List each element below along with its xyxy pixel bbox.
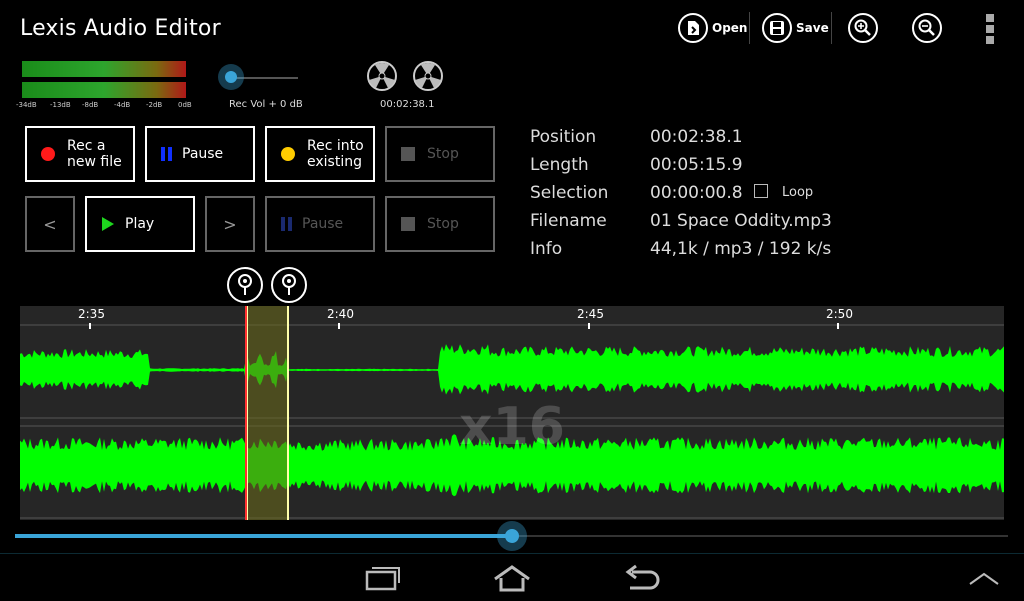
zoom-out-button[interactable] <box>912 11 942 45</box>
play-pause-label: Pause <box>302 216 344 232</box>
map-pin-icon <box>238 274 252 295</box>
overflow-menu-icon[interactable] <box>986 14 996 44</box>
zoom-watermark: x16 <box>459 397 565 457</box>
chevron-up-icon[interactable] <box>966 568 1002 588</box>
meter-scale-label: -2dB <box>146 101 163 109</box>
info-value: 44,1k / mp3 / 192 k/s <box>650 239 832 259</box>
loop-label: Loop <box>782 185 814 200</box>
app-title: Lexis Audio Editor <box>20 16 221 41</box>
play-button[interactable]: Play <box>85 196 195 252</box>
length-value: 00:05:15.9 <box>650 155 743 175</box>
rec-new-file-button[interactable]: Rec a new file <box>25 126 135 182</box>
play-stop-label: Stop <box>427 216 459 232</box>
position-label: Position <box>530 127 597 147</box>
open-label: Open <box>712 21 748 35</box>
tape-reel-icon <box>413 61 443 91</box>
next-label: > <box>223 214 237 234</box>
back-icon[interactable] <box>622 564 662 592</box>
selection-label: Selection <box>530 183 609 203</box>
filename-label: Filename <box>530 211 607 231</box>
pause-icon <box>161 147 172 161</box>
timeline-tick-label: 2:35 <box>78 307 105 321</box>
home-icon[interactable] <box>492 564 532 592</box>
position-value: 00:02:38.1 <box>650 127 743 147</box>
rec-new-file-label: Rec a new file <box>67 138 122 170</box>
play-stop-button[interactable]: Stop <box>385 196 495 252</box>
timeline-tick-label: 2:40 <box>327 307 354 321</box>
waveform-view[interactable]: x16 <box>20 306 1004 520</box>
rec-stop-button[interactable]: Stop <box>385 126 495 182</box>
selection-start-marker[interactable] <box>227 267 263 303</box>
timeline-tick-label: 2:50 <box>826 307 853 321</box>
zoom-in-button[interactable] <box>848 11 878 45</box>
level-meter-left <box>22 61 186 77</box>
zoom-in-icon <box>848 13 878 43</box>
save-icon <box>762 13 792 43</box>
map-pin-icon <box>282 274 296 295</box>
length-label: Length <box>530 155 589 175</box>
selection-value: 00:00:00.8 <box>650 183 743 203</box>
pause-icon <box>281 217 292 231</box>
next-button[interactable]: > <box>205 196 255 252</box>
level-meter-right <box>22 82 186 98</box>
meter-scale-label: -34dB <box>16 101 37 109</box>
info-label: Info <box>530 239 563 259</box>
tape-reel-icon <box>367 61 397 91</box>
rec-volume-thumb[interactable] <box>218 64 244 90</box>
rec-pause-label: Pause <box>182 146 224 162</box>
rec-stop-label: Stop <box>427 146 459 162</box>
open-file-icon <box>678 13 708 43</box>
selection-region <box>246 306 289 520</box>
system-nav-bar <box>0 553 1024 601</box>
stop-icon <box>401 147 415 161</box>
waveform-channel-left <box>20 344 1004 395</box>
save-button[interactable]: Save <box>762 11 829 45</box>
rec-into-existing-button[interactable]: Rec into existing <box>265 126 375 182</box>
meter-scale-label: -4dB <box>114 101 131 109</box>
waveform-canvas[interactable]: x16 <box>20 306 1004 520</box>
prev-button[interactable]: < <box>25 196 75 252</box>
play-icon <box>102 217 114 231</box>
seek-progress <box>15 534 512 538</box>
selection-end-marker[interactable] <box>271 267 307 303</box>
meter-scale-label: -8dB <box>82 101 99 109</box>
timeline-tick-label: 2:45 <box>577 307 604 321</box>
prev-label: < <box>43 214 57 234</box>
rec-volume-label: Rec Vol + 0 dB <box>229 99 303 110</box>
stop-icon <box>401 217 415 231</box>
reel-time: 00:02:38.1 <box>380 99 435 110</box>
meter-scale-label: 0dB <box>178 101 192 109</box>
record-icon <box>281 147 295 161</box>
recent-apps-icon[interactable] <box>364 564 402 592</box>
waveform-path <box>20 344 1004 395</box>
seek-thumb[interactable] <box>497 521 527 551</box>
save-label: Save <box>796 21 829 35</box>
record-icon <box>41 147 55 161</box>
filename-value: 01 Space Oddity.mp3 <box>650 211 832 231</box>
loop-checkbox[interactable] <box>754 184 768 198</box>
rec-into-existing-label: Rec into existing <box>307 138 364 170</box>
play-label: Play <box>125 216 155 232</box>
play-pause-button[interactable]: Pause <box>265 196 375 252</box>
open-button[interactable]: Open <box>678 11 747 45</box>
meter-scale-label: -13dB <box>50 101 71 109</box>
rec-pause-button[interactable]: Pause <box>145 126 255 182</box>
zoom-out-icon <box>912 13 942 43</box>
